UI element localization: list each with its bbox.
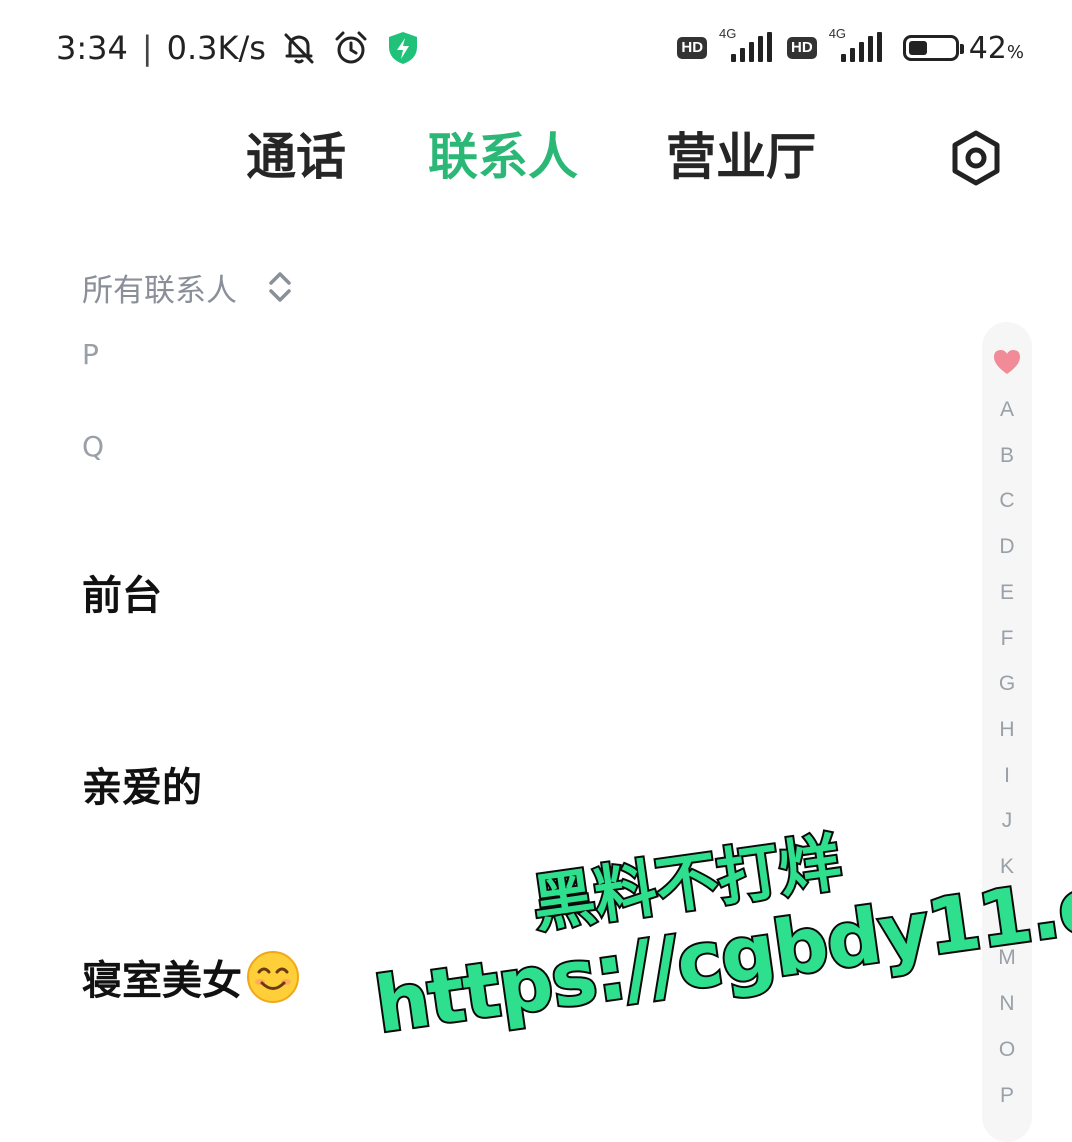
index-letter-i[interactable]: I: [982, 762, 1032, 790]
status-separator: |: [141, 29, 153, 67]
sim2-signal-icon: 4G: [827, 26, 887, 66]
section-header-q: Q: [82, 430, 105, 463]
index-letter-g[interactable]: G: [982, 670, 1032, 698]
index-letter-n[interactable]: N: [982, 990, 1032, 1018]
battery-fill: [908, 41, 927, 55]
watermark-overlay: 黑料不打烊 https://cgbdy11.com: [358, 784, 1072, 1096]
tab-contacts[interactable]: 联系人: [428, 122, 578, 192]
bell-muted-icon: [280, 29, 318, 67]
network-speed: 0.3K/s: [166, 29, 266, 67]
index-letter-m[interactable]: M: [982, 944, 1032, 972]
battery-icon: [902, 35, 964, 61]
shield-bolt-icon: [384, 29, 422, 67]
index-letter-l[interactable]: L: [982, 899, 1032, 927]
smiling-face-icon: [247, 951, 299, 1003]
contact-name: 寝室美女: [82, 958, 242, 1004]
index-letter-a[interactable]: A: [982, 396, 1032, 424]
tab-calls[interactable]: 通话: [246, 122, 346, 192]
index-letter-e[interactable]: E: [982, 579, 1032, 607]
status-time: 3:34: [56, 29, 128, 67]
section-header-p: P: [82, 338, 99, 371]
watermark-url: https://cgbdy11.com: [368, 840, 1072, 1052]
index-letter-d[interactable]: D: [982, 533, 1032, 561]
settings-hexagon-icon: [952, 130, 1000, 186]
settings-button[interactable]: [946, 128, 1006, 188]
index-letter-k[interactable]: K: [982, 853, 1032, 881]
contact-name: 前台: [82, 573, 162, 619]
status-right: HD 4G HD 4G 42%: [677, 26, 1024, 70]
index-letter-c[interactable]: C: [982, 487, 1032, 515]
index-letter-h[interactable]: H: [982, 716, 1032, 744]
contact-filter-dropdown[interactable]: 所有联系人: [82, 264, 293, 310]
sim1-hd-badge: HD: [677, 37, 708, 59]
top-tabs: 通话 联系人 营业厅: [0, 122, 1072, 192]
index-letter-f[interactable]: F: [982, 625, 1032, 653]
sort-updown-icon: [269, 272, 291, 302]
tab-business-hall[interactable]: 营业厅: [666, 122, 816, 192]
watermark-title: 黑料不打烊: [526, 823, 847, 942]
alarm-icon: [332, 29, 370, 67]
contact-name: 亲爱的: [82, 765, 202, 811]
status-left: 3:34 | 0.3K/s: [56, 26, 422, 70]
sim2-hd-badge: HD: [787, 37, 817, 59]
battery-percent: 42%: [968, 30, 1024, 66]
index-letter-p[interactable]: P: [982, 1082, 1032, 1110]
contact-item[interactable]: 前台: [82, 562, 162, 622]
contact-item[interactable]: 亲爱的: [82, 754, 202, 814]
contact-item[interactable]: 寝室美女: [82, 946, 300, 1008]
index-letter-j[interactable]: J: [982, 807, 1032, 835]
status-bar: 3:34 | 0.3K/s HD 4G HD 4G 42%: [0, 0, 1072, 96]
index-letter-b[interactable]: B: [982, 442, 1032, 470]
filter-label: 所有联系人: [82, 272, 237, 309]
heart-icon[interactable]: [992, 348, 1022, 376]
sim1-signal-icon: 4G: [717, 26, 777, 66]
index-letter-o[interactable]: O: [982, 1036, 1032, 1064]
